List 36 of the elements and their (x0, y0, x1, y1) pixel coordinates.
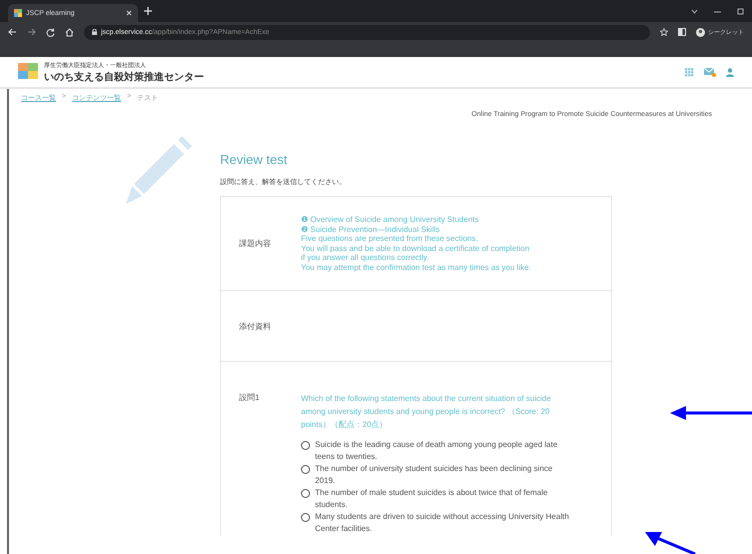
site-icon (14, 9, 22, 17)
row-label: 課題内容 (239, 238, 272, 249)
description-line: ❶ Overview of Suicide among University Students (301, 215, 480, 224)
option-text: The number of male student suicides is about twice that of female students. (315, 487, 549, 510)
forward-icon[interactable] (27, 28, 36, 36)
question-label: 設問1 (239, 392, 260, 404)
org-name: いのち支える自殺対策推進センター (44, 70, 204, 84)
back-icon[interactable] (8, 28, 17, 36)
user-icon[interactable] (726, 68, 734, 76)
description-line: if you answer all questions correctly. (301, 253, 430, 262)
home-icon[interactable] (65, 28, 74, 36)
avatar-icon (696, 28, 705, 36)
option-text: The number of university student suicides has been declining since 2019. (315, 463, 554, 486)
page-title: Review test (220, 152, 288, 167)
chevron-icon[interactable] (691, 8, 698, 14)
row-label: 添付資料 (239, 320, 272, 332)
radio-button[interactable] (301, 488, 310, 498)
side-panel-icon[interactable] (678, 28, 686, 36)
description-line: You may attempt the confirmation test as many times as you like. (301, 262, 532, 272)
description-line: ❷ Suicide Prevention―Individual Skills (301, 224, 441, 234)
option-text: Suicide is the leading cause of death among young people aged late teens to twenties. (315, 439, 558, 462)
lock-icon (92, 29, 97, 35)
radio-button[interactable] (301, 440, 310, 450)
star-icon[interactable] (660, 28, 668, 36)
radio-button[interactable] (301, 512, 310, 522)
description-line: Five questions are presented from these sections. (301, 234, 479, 244)
description-line: You will pass and be able to download a certificate of completion (301, 244, 530, 253)
arrow (645, 532, 696, 554)
maximize-icon[interactable] (737, 8, 744, 14)
question-text: Which of the following statements about the current situation of suicide among university students and young people is incorrect? （Score: 20 points）（配点：20点） (301, 393, 552, 431)
logo-icon (18, 63, 38, 81)
reload-icon[interactable] (46, 28, 55, 36)
radio-button[interactable] (301, 464, 310, 474)
close-icon[interactable] (126, 10, 132, 16)
option-text: Many students are driven to suicide without accessing University Health Center facilities. (315, 511, 570, 534)
new-tab-icon[interactable] (144, 7, 152, 15)
